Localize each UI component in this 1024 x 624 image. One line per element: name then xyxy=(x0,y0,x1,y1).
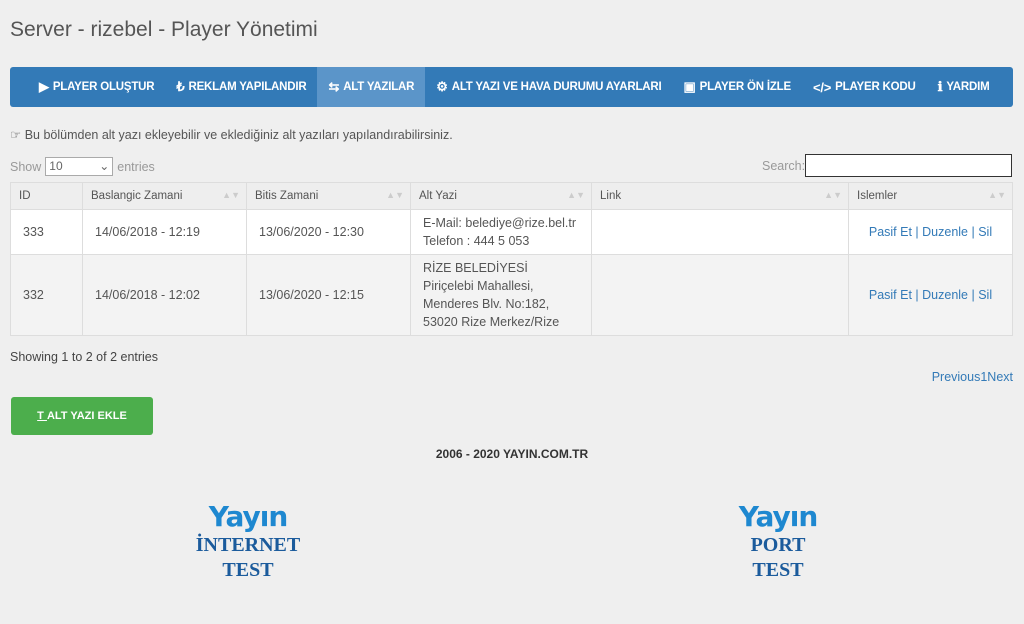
delete-link[interactable]: Sil xyxy=(978,225,992,239)
play-circle-icon: ▶ xyxy=(39,79,49,94)
cell-link xyxy=(591,254,849,336)
edit-link[interactable]: Duzenle xyxy=(922,225,968,239)
image-icon: ▣ xyxy=(683,79,696,94)
cell-text: RİZE BELEDİYESİ Piriçelebi Mahallesi, Me… xyxy=(410,254,592,336)
table-row: 332 14/06/2018 - 12:02 13/06/2020 - 12:15 R… xyxy=(10,254,1013,336)
nav-item-4[interactable]: ▣ PLAYER ÖN İZLE xyxy=(673,67,802,107)
pagination: Previous1Next xyxy=(932,370,1013,384)
nav-label: PLAYER KODU xyxy=(835,81,916,93)
deactivate-link[interactable]: Pasif Et xyxy=(869,288,912,302)
cell-link xyxy=(591,209,849,255)
nav-item-5[interactable]: </> PLAYER KODU xyxy=(802,67,927,107)
nav-item-2[interactable]: ⇆ ALT YAZILAR xyxy=(317,67,426,107)
previous-button[interactable]: Previous xyxy=(932,370,981,384)
nav-label: PLAYER ÖN İZLE xyxy=(699,81,792,93)
subtitles-table: ID Baslangic Zamani ▲▼ Bitis Zamani ▲▼ Alt Ya… xyxy=(10,182,1013,336)
cell-end: 13/06/2020 - 12:30 xyxy=(246,209,411,255)
table-row: 333 14/06/2018 - 12:19 13/06/2020 - 12:30 E… xyxy=(10,209,1013,255)
page-length: Show 10 ⌄ entries xyxy=(10,157,155,176)
info-text: ☞ Bu bölümden alt yazı ekleyebilir ve ek… xyxy=(10,128,453,142)
delete-link[interactable]: Sil xyxy=(978,288,992,302)
search: Search: xyxy=(762,154,1013,177)
page-title: Server - rizebel - Player Yönetimi xyxy=(10,18,318,41)
main-nav: ▶ PLAYER OLUŞTUR ₺ REKLAM YAPILANDIR ⇆ ALT YA… xyxy=(10,67,1013,107)
column-header[interactable]: Link ▲▼ xyxy=(591,182,849,210)
page-length-select[interactable]: 10 ⌄ xyxy=(45,157,114,176)
hand-point-icon: ☞ xyxy=(10,128,25,142)
sort-icon: ▲▼ xyxy=(222,190,240,200)
nav-label: ALT YAZI VE HAVA DURUMU AYARLARI xyxy=(451,81,662,93)
nav-item-0[interactable]: ▶ PLAYER OLUŞTUR xyxy=(28,67,165,107)
edit-link[interactable]: Duzenle xyxy=(922,288,968,302)
logo-port-test: Yayın PORT TEST xyxy=(738,500,819,581)
sort-icon: ▲▼ xyxy=(988,190,1006,200)
cell-start: 14/06/2018 - 12:19 xyxy=(82,209,247,255)
search-input[interactable] xyxy=(805,154,1013,177)
cell-actions: Pasif Et | Duzenle | Sil xyxy=(848,209,1013,255)
chevron-down-icon: ⌄ xyxy=(99,159,110,173)
column-header[interactable]: Alt Yazi ▲▼ xyxy=(410,182,592,210)
subtitle-icon: ⇆ xyxy=(328,79,340,94)
nav-label: YARDIM xyxy=(946,81,990,93)
cell-actions: Pasif Et | Duzenle | Sil xyxy=(848,254,1013,336)
nav-item-3[interactable]: ⚙ ALT YAZI VE HAVA DURUMU AYARLARI xyxy=(425,67,672,107)
sort-icon: ▲▼ xyxy=(567,190,585,200)
table-info: Showing 1 to 2 of 2 entries xyxy=(10,350,159,364)
copyright: 2006 - 2020 YAYIN.COM.TR xyxy=(435,447,589,461)
sort-icon: ▲▼ xyxy=(386,190,404,200)
info-icon: ℹ xyxy=(937,79,943,94)
nav-label: PLAYER OLUŞTUR xyxy=(52,81,155,93)
add-subtitle-button[interactable]: T ALT YAZI EKLE xyxy=(11,397,153,435)
cell-start: 14/06/2018 - 12:02 xyxy=(82,254,247,336)
nav-label: REKLAM YAPILANDIR xyxy=(188,81,307,93)
gears-icon: ⚙ xyxy=(436,79,448,94)
column-header[interactable]: Bitis Zamani ▲▼ xyxy=(246,182,411,210)
deactivate-link[interactable]: Pasif Et xyxy=(869,225,912,239)
nav-item-1[interactable]: ₺ REKLAM YAPILANDIR xyxy=(165,67,317,107)
cell-text: E-Mail: belediye@rize.bel.tr Telefon : 4… xyxy=(410,209,592,255)
sort-icon: ▲▼ xyxy=(824,190,842,200)
column-header[interactable]: Baslangic Zamani ▲▼ xyxy=(82,182,247,210)
lira-icon: ₺ xyxy=(176,79,185,94)
column-header[interactable]: Islemler ▲▼ xyxy=(848,182,1013,210)
next-button[interactable]: Next xyxy=(987,370,1013,384)
code-icon: </> xyxy=(812,79,832,95)
cell-id: 333 xyxy=(10,209,83,255)
cell-end: 13/06/2020 - 12:15 xyxy=(246,254,411,336)
column-header[interactable]: ID xyxy=(10,182,83,210)
cell-id: 332 xyxy=(10,254,83,336)
nav-item-6[interactable]: ℹ YARDIM xyxy=(927,67,1001,107)
nav-label: ALT YAZILAR xyxy=(343,81,415,93)
logo-internet-test: Yayın İNTERNET TEST xyxy=(195,500,301,581)
text-icon: T xyxy=(37,410,47,422)
